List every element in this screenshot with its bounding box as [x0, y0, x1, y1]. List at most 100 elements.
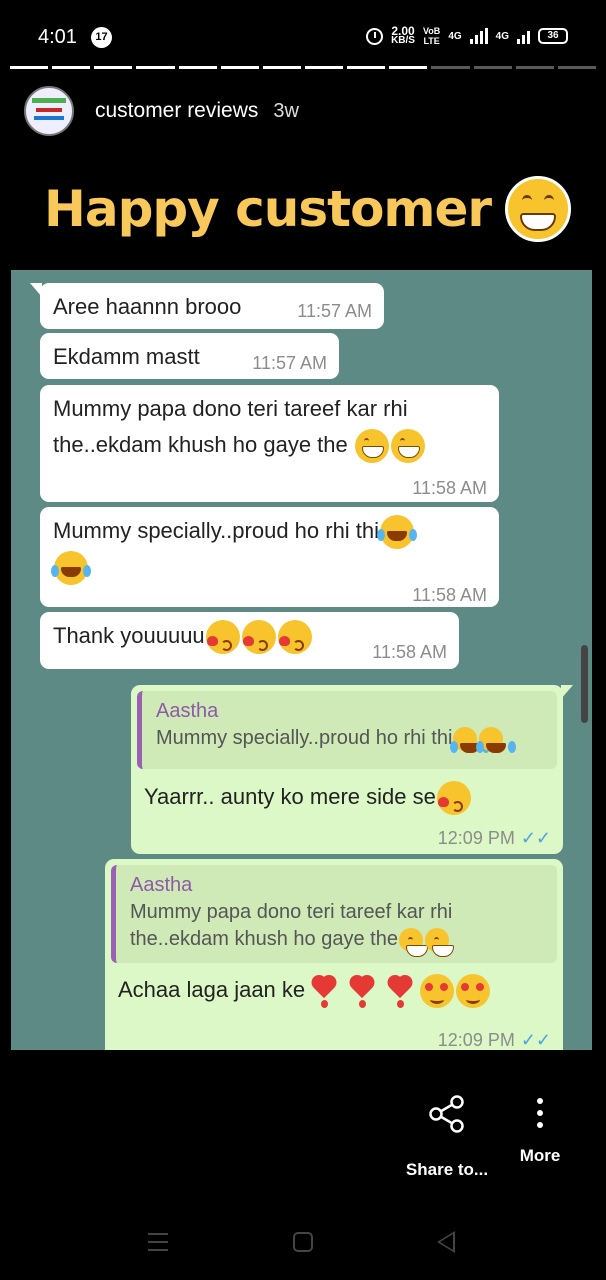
network-type-2: 4G: [495, 30, 509, 42]
story-progress-segment: [220, 66, 259, 69]
message-text: Mummy specially..proud ho rhi thi: [53, 518, 380, 543]
quote-author: Aastha: [130, 874, 193, 896]
message-time: 11:57 AM: [297, 301, 372, 321]
message-text-line-2: the..ekdam khush ho gaye the: [53, 432, 348, 457]
more-button[interactable]: More: [515, 1090, 565, 1166]
system-nav-bar: [0, 1228, 606, 1258]
volte-label: VoB: [422, 26, 441, 36]
message-bubble: Mummy specially..proud ho rhi thi 11:58 …: [40, 507, 499, 607]
message-time: 12:09 PM: [437, 828, 515, 848]
message-text-line-1: Mummy papa dono teri tareef kar rhi: [53, 396, 408, 421]
network-speed-unit: KB/S: [391, 35, 415, 46]
read-ticks-icon: ✓✓: [520, 1030, 551, 1050]
story-progress-segment: [10, 66, 49, 69]
more-label: More: [519, 1146, 561, 1165]
story-title-text: Happy customer: [44, 180, 492, 238]
status-icons: 2.00 KB/S VoB LTE 4G 4G 36: [366, 25, 568, 46]
reply-message-bubble: Aastha Mummy specially..proud ho rhi thi…: [131, 685, 573, 856]
story-progress-segment: [431, 66, 470, 69]
story-actions: Share to... More: [0, 1090, 606, 1180]
story-progress-segment: [178, 66, 217, 69]
story-progress-segment: [136, 66, 175, 69]
reply-message-bubble: Aastha Mummy papa dono teri tareef kar r…: [105, 859, 563, 1050]
message-meta: 12:09 PM ✓✓: [438, 1022, 551, 1050]
status-bar: 4:01 17 2.00 KB/S VoB LTE 4G 4G 36: [0, 0, 606, 64]
message-bubble: Thank youuuuu 11:58 AM: [40, 612, 459, 669]
story-title: Happy customer: [44, 176, 572, 242]
notification-count-badge: 17: [91, 27, 112, 48]
message-bubble: Ekdamm mastt 11:57 AM: [40, 333, 339, 379]
story-progress-segment: [304, 66, 344, 69]
story-progress-segment: [557, 66, 596, 69]
quote-text: Mummy specially..proud ho rhi thi: [156, 727, 453, 749]
grin-emoji-icon: [354, 429, 389, 464]
message-time: 12:09 PM: [437, 1030, 515, 1050]
heart-emoji-icon: [309, 974, 339, 1009]
kiss-emoji-icon: [436, 781, 471, 816]
grin-emoji-icon: [424, 927, 454, 957]
network-type-1: 4G: [448, 30, 462, 42]
network-speed: 2.00 KB/S: [391, 25, 415, 46]
grin-emoji-icon: [505, 176, 572, 242]
grin-emoji-icon: [398, 927, 428, 957]
message-time: 11:58 AM: [412, 585, 487, 605]
story-progress-segment: [52, 66, 91, 69]
story-progress-segment: [473, 66, 512, 69]
alarm-icon: [366, 27, 384, 45]
back-icon[interactable]: [437, 1231, 455, 1253]
message-text: Aree haannn brooo: [53, 294, 242, 319]
grin-emoji-icon: [390, 429, 425, 464]
volte-indicator: VoB LTE: [423, 26, 440, 46]
story-username[interactable]: customer reviews: [95, 99, 258, 123]
message-text: Yaarrr.. aunty ko mere side se: [144, 784, 436, 809]
story-progress-segment: [389, 66, 428, 69]
signal-icon: [469, 28, 488, 44]
kiss-emoji-icon: [241, 620, 276, 655]
quote-text-line-2: the..ekdam khush ho gaye the: [130, 928, 398, 950]
message-time: 11:58 AM: [372, 642, 447, 662]
share-icon: [429, 1095, 464, 1133]
message-time: 11:58 AM: [412, 478, 487, 498]
message-time: 11:57 AM: [252, 353, 327, 373]
quote-text-line-1: Mummy papa dono teri tareef kar rhi: [130, 901, 453, 923]
quoted-message[interactable]: Aastha Mummy papa dono teri tareef kar r…: [111, 865, 557, 963]
heart-emoji-icon: [347, 974, 377, 1009]
home-icon[interactable]: [293, 1232, 313, 1252]
quoted-message[interactable]: Aastha Mummy specially..proud ho rhi thi: [137, 691, 557, 769]
story-progress-segment: [347, 66, 386, 69]
more-icon: [537, 1098, 543, 1128]
scrollbar[interactable]: [581, 645, 588, 723]
story-progress-segment: [515, 66, 554, 69]
message-text: Thank youuuuu: [53, 623, 205, 648]
avatar[interactable]: [24, 86, 74, 136]
joy-emoji-icon: [476, 726, 507, 753]
story-header[interactable]: customer reviews 3w: [24, 84, 299, 138]
heart-emoji-icon: [385, 974, 415, 1009]
story-age: 3w: [273, 99, 299, 122]
lte-label: LTE: [423, 36, 440, 46]
love-emoji-icon: [456, 974, 491, 1009]
read-ticks-icon: ✓✓: [520, 828, 551, 848]
story-progress-segment: [94, 66, 133, 69]
message-bubble: Aree haannn brooo 11:57 AM: [30, 283, 384, 329]
story-progress-bar: [10, 66, 596, 69]
share-label: Share to...: [405, 1160, 489, 1179]
story-progress-segment: [262, 66, 301, 69]
menu-icon[interactable]: [148, 1233, 168, 1257]
share-button[interactable]: Share to...: [402, 1090, 492, 1180]
kiss-emoji-icon: [205, 620, 240, 655]
joy-emoji-icon: [377, 515, 415, 550]
kiss-emoji-icon: [277, 620, 312, 655]
battery-icon: 36: [538, 28, 568, 44]
love-emoji-icon: [420, 974, 455, 1009]
signal-icon-2: [517, 28, 530, 44]
chat-screenshot: Aree haannn brooo 11:57 AM Ekdamm mastt …: [11, 270, 592, 1050]
message-text: Ekdamm mastt: [53, 344, 200, 369]
joy-emoji-icon: [450, 726, 481, 753]
quote-author: Aastha: [156, 700, 219, 722]
message-text: Achaa laga jaan ke: [118, 977, 306, 1002]
message-meta: 12:09 PM ✓✓: [438, 820, 551, 856]
status-time: 4:01: [38, 26, 77, 48]
joy-emoji-icon: [51, 551, 88, 586]
message-bubble: Mummy papa dono teri tareef kar rhi the.…: [40, 385, 499, 502]
